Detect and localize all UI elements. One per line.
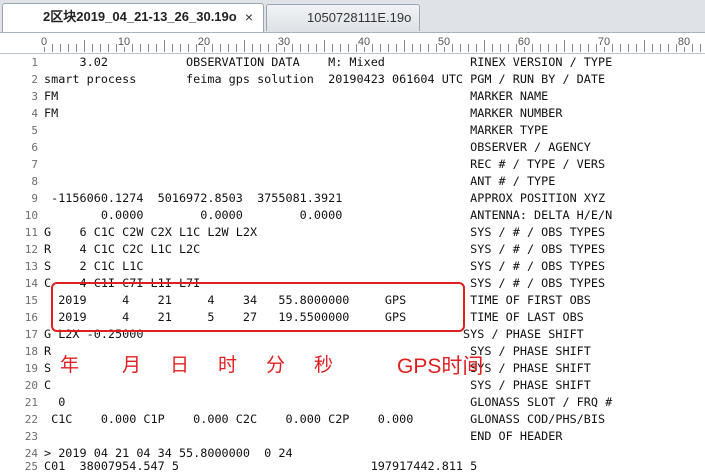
ruler-number: 70 [597, 36, 611, 48]
line-number: 11 [24, 226, 38, 239]
tab-label: 1050728111E.19o [307, 10, 412, 25]
editor-line: 7 REC # / TYPE / VERS [0, 156, 705, 173]
annotation-gps-time: GPS时间 [397, 355, 484, 378]
line-text[interactable]: OBSERVER / AGENCY [44, 139, 591, 156]
ruler-number: 40 [357, 36, 371, 48]
ruler-number: 10 [117, 36, 131, 48]
annotation-minute: 分 [266, 354, 286, 376]
column-ruler: 0 10 20 30 40 50 60 70 80 [0, 33, 705, 54]
line-number: 3 [31, 90, 38, 103]
line-text[interactable]: smart process feima gps solution 2019042… [44, 71, 605, 88]
editor-line: 6 OBSERVER / AGENCY [0, 139, 705, 156]
line-text[interactable]: 3.02 OBSERVATION DATA M: Mixed RINEX VER… [44, 54, 613, 71]
line-text[interactable]: FM MARKER NAME [44, 88, 548, 105]
line-text[interactable]: REC # / TYPE / VERS [44, 156, 605, 173]
annotation-year: 年 [60, 354, 80, 376]
editor-line: 23 END OF HEADER [0, 428, 705, 445]
editor-line: 2 smart process feima gps solution 201904… [0, 71, 705, 88]
line-number: 14 [24, 277, 38, 290]
line-number: 12 [24, 243, 38, 256]
tab-label: 2区块2019_04_21-13_26_30.19o [43, 9, 237, 24]
editor-line: 4 FM MARKER NUMBER [0, 105, 705, 122]
line-text[interactable]: 0.0000 0.0000 0.0000 ANTENNA: DELTA H/E/… [44, 207, 612, 224]
line-number: 16 [24, 311, 38, 324]
ruler-number: 80 [677, 36, 691, 48]
line-text[interactable]: -1156060.1274 5016972.8503 3755081.3921 … [44, 190, 605, 207]
line-number: 20 [24, 379, 38, 392]
editor-line: 20 C SYS / PHASE SHIFT [0, 377, 705, 394]
line-number: 19 [24, 362, 38, 375]
ruler-number: 60 [517, 36, 531, 48]
line-number: 4 [31, 107, 38, 120]
editor-line: 25 C01 38007954.547 5 197917442.811 5 [0, 458, 705, 475]
editor-line: 5 MARKER TYPE [0, 122, 705, 139]
line-text[interactable]: FM MARKER NUMBER [44, 105, 562, 122]
line-number: 25 [24, 460, 38, 473]
line-text[interactable]: C SYS / PHASE SHIFT [44, 377, 591, 394]
line-number: 22 [24, 413, 38, 426]
line-number: 23 [24, 430, 38, 443]
annotation-second: 秒 [314, 354, 334, 376]
line-number: 10 [24, 209, 38, 222]
line-number: 17 [24, 328, 38, 341]
annotation-day: 日 [170, 354, 190, 376]
line-number: 13 [24, 260, 38, 273]
line-number: 5 [31, 124, 38, 137]
close-icon[interactable]: × [245, 4, 253, 30]
line-number: 1 [31, 56, 38, 69]
tab-second-file[interactable]: 1050728111E.19o [266, 4, 420, 31]
editor-line: 1 3.02 OBSERVATION DATA M: Mixed RINEX V… [0, 54, 705, 71]
ruler-number: 20 [197, 36, 211, 48]
tab-bar: 2区块2019_04_21-13_26_30.19o × 1050728111E… [0, 0, 705, 33]
annotation-hour: 时 [218, 354, 238, 376]
editor-line: 13 S 2 C1C L1C SYS / # / OBS TYPES [0, 258, 705, 275]
editor-line: 10 0.0000 0.0000 0.0000 ANTENNA: DELTA H… [0, 207, 705, 224]
editor-line: 21 0 GLONASS SLOT / FRQ # [0, 394, 705, 411]
highlight-box [51, 282, 465, 332]
line-text[interactable]: MARKER TYPE [44, 122, 548, 139]
editor-line: 18 R SYS / PHASE SHIFT [0, 343, 705, 360]
line-text[interactable]: END OF HEADER [44, 428, 562, 445]
editor-line: 12 R 4 C1C C2C L1C L2C SYS / # / OBS TYPE… [0, 241, 705, 258]
editor-line: 3 FM MARKER NAME [0, 88, 705, 105]
line-number: 6 [31, 141, 38, 154]
line-text[interactable]: ANT # / TYPE [44, 173, 555, 190]
line-text[interactable]: C01 38007954.547 5 197917442.811 5 [44, 458, 477, 475]
line-number: 9 [31, 192, 38, 205]
ruler-number: 50 [437, 36, 451, 48]
line-number: 18 [24, 345, 38, 358]
tab-active-file[interactable]: 2区块2019_04_21-13_26_30.19o × [2, 3, 264, 32]
line-number: 15 [24, 294, 38, 307]
annotation-month: 月 [122, 354, 142, 376]
editor-line: 8 ANT # / TYPE [0, 173, 705, 190]
line-number: 21 [24, 396, 38, 409]
line-text[interactable]: R 4 C1C C2C L1C L2C SYS / # / OBS TYPES [44, 241, 605, 258]
line-text[interactable]: G 6 C1C C2W C2X L1C L2W L2X SYS / # / OB… [44, 224, 605, 241]
line-number: 2 [31, 73, 38, 86]
line-number: 8 [31, 175, 38, 188]
editor-line: 22 C1C 0.000 C1P 0.000 C2C 0.000 C2P 0.0… [0, 411, 705, 428]
editor-line: 19 S SYS / PHASE SHIFT [0, 360, 705, 377]
line-text[interactable]: S 2 C1C L1C SYS / # / OBS TYPES [44, 258, 605, 275]
line-text[interactable]: 0 GLONASS SLOT / FRQ # [44, 394, 612, 411]
line-text[interactable]: C1C 0.000 C1P 0.000 C2C 0.000 C2P 0.000 … [44, 411, 605, 428]
ruler-number: 0 [40, 36, 48, 48]
editor-line: 11 G 6 C1C C2W C2X L1C L2W L2X SYS / # / … [0, 224, 705, 241]
line-number: 7 [31, 158, 38, 171]
editor-line: 9 -1156060.1274 5016972.8503 3755081.392… [0, 190, 705, 207]
ruler-number: 30 [277, 36, 291, 48]
